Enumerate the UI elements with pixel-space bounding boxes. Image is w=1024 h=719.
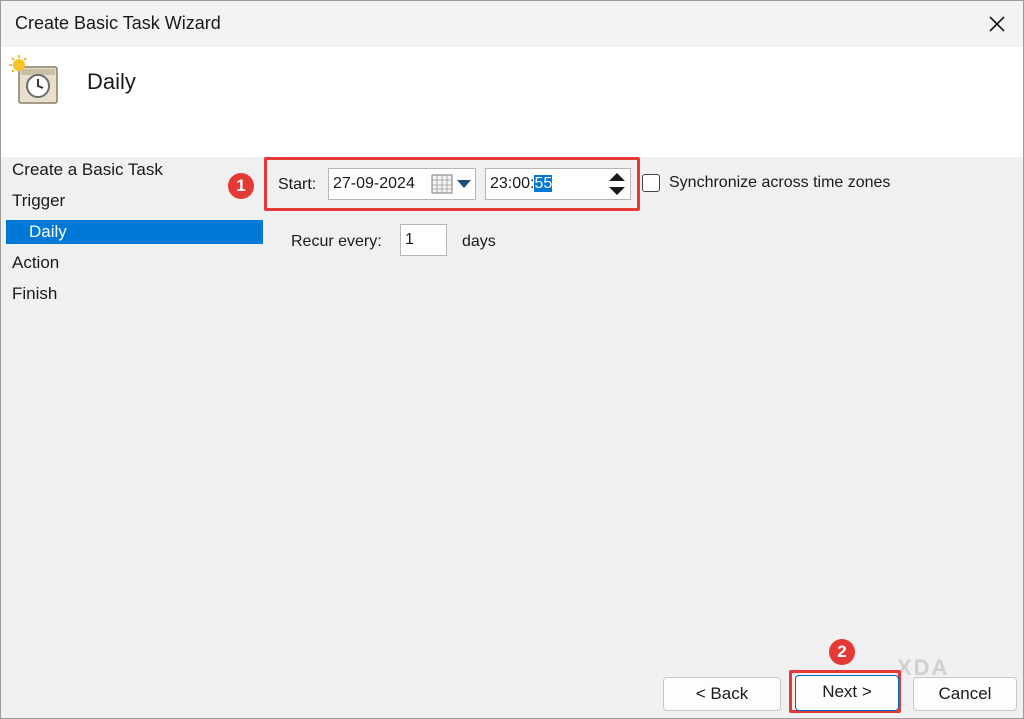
start-time-selected-seconds: 55	[534, 175, 553, 192]
spin-up-icon	[609, 173, 625, 181]
annotation-badge-2: 2	[829, 639, 855, 665]
back-button[interactable]: < Back	[663, 677, 781, 711]
synchronize-label: Synchronize across time zones	[669, 174, 891, 191]
wizard-header: Daily	[1, 47, 1023, 157]
clock-scheduler-icon	[9, 55, 58, 104]
sidebar-item-trigger[interactable]: Trigger	[6, 189, 263, 213]
sidebar-item-action[interactable]: Action	[6, 251, 263, 275]
synchronize-checkbox[interactable]	[642, 174, 660, 192]
recur-value: 1	[405, 231, 414, 248]
recur-label: Recur every:	[291, 233, 382, 250]
close-button[interactable]	[971, 1, 1023, 47]
wizard-body: Create a Basic Task Trigger Daily Action…	[1, 157, 1023, 718]
start-time-prefix: 23:00:	[490, 175, 535, 192]
window-title: Create Basic Task Wizard	[15, 13, 221, 33]
page-title: Daily	[87, 69, 136, 94]
close-icon	[989, 16, 1005, 32]
start-label: Start:	[278, 176, 317, 193]
chevron-down-icon[interactable]	[457, 180, 471, 188]
recur-unit-label: days	[462, 233, 496, 250]
next-button[interactable]: Next >	[795, 675, 899, 711]
sidebar-item-finish[interactable]: Finish	[6, 282, 263, 306]
sidebar-item-create-basic-task[interactable]: Create a Basic Task	[6, 158, 263, 182]
start-date-value: 27-09-2024	[333, 175, 415, 192]
time-spinner[interactable]	[605, 170, 629, 198]
wizard-window: Create Basic Task Wizard Daily Create a …	[0, 0, 1024, 719]
recur-every-input[interactable]: 1	[400, 224, 447, 256]
title-bar: Create Basic Task Wizard	[1, 1, 1023, 47]
annotation-badge-1: 1	[228, 173, 254, 199]
spin-down-icon	[609, 187, 625, 195]
start-date-picker[interactable]: 27-09-2024	[328, 168, 476, 200]
sidebar-item-daily[interactable]: Daily	[6, 220, 263, 244]
cancel-button[interactable]: Cancel	[913, 677, 1017, 711]
calendar-icon[interactable]	[431, 173, 453, 195]
